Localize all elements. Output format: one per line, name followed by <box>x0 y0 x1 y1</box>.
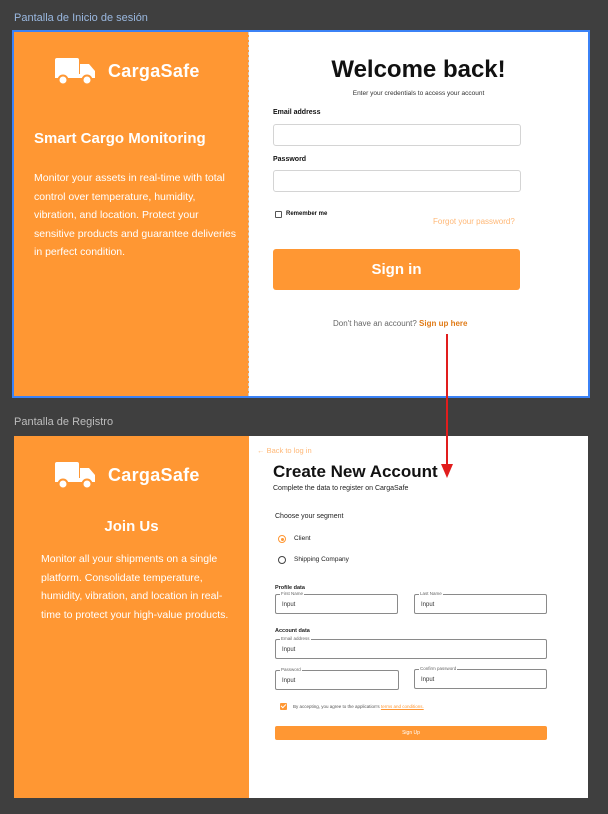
confirm-password-field[interactable]: Confirm password Input <box>414 666 547 689</box>
login-frame-label: Pantalla de Inicio de sesión <box>14 12 148 24</box>
truck-icon <box>54 56 98 86</box>
signup-link[interactable]: Sign up here <box>419 319 467 328</box>
register-description: Monitor all your shipments on a single p… <box>41 553 229 621</box>
last-name-value: Input <box>421 602 435 608</box>
confirm-password-label: Confirm password <box>419 666 458 671</box>
remember-checkbox[interactable] <box>275 211 282 218</box>
segment-shipping-radio[interactable] <box>278 556 286 564</box>
signup-prompt: Don't have an account? Sign up here <box>333 319 468 328</box>
signin-button[interactable]: Sign in <box>273 249 520 290</box>
segment-shipping-label: Shipping Company <box>294 556 349 563</box>
login-form-panel: Welcome back! Enter your credentials to … <box>249 32 588 396</box>
register-email-field[interactable]: Email address Input <box>275 636 547 659</box>
login-hero-panel: CargaSafe Smart Cargo Monitoring Monitor… <box>14 32 249 396</box>
segment-client-radio[interactable] <box>278 535 286 543</box>
register-headline: Join Us <box>104 518 159 535</box>
brand-name: CargaSafe <box>108 60 200 81</box>
truck-icon <box>54 460 98 490</box>
register-frame-label: Pantalla de Registro <box>14 416 114 428</box>
register-email-label: Email address <box>280 636 311 641</box>
brand-name: CargaSafe <box>108 464 200 485</box>
segment-client-label: Client <box>294 535 311 542</box>
terms-link[interactable]: terms and conditions. <box>381 704 424 709</box>
no-account-text: Don't have an account? <box>333 319 417 328</box>
register-email-value: Input <box>282 647 296 653</box>
password-label: Password <box>273 156 307 163</box>
first-name-field[interactable]: First Name Input <box>275 591 398 614</box>
segment-title: Choose your segment <box>275 513 344 520</box>
terms-prefix: By accepting, you agree to the applicati… <box>293 704 380 709</box>
first-name-value: Input <box>282 602 296 608</box>
forgot-password-link[interactable]: Forgot your password? <box>433 217 515 226</box>
first-name-label: First Name <box>280 591 305 596</box>
login-headline: Smart Cargo Monitoring <box>34 130 206 147</box>
login-description: Monitor your assets in real-time with to… <box>34 172 236 258</box>
confirm-password-value: Input <box>421 677 435 683</box>
register-password-label: Password <box>280 667 302 672</box>
login-screen: CargaSafe Smart Cargo Monitoring Monitor… <box>12 30 590 398</box>
terms-checkbox[interactable] <box>280 703 287 710</box>
create-account-title: Create New Account <box>273 462 438 481</box>
welcome-subtitle: Enter your credentials to access your ac… <box>352 90 485 97</box>
register-hero-panel: CargaSafe Join Us Monitor all your shipm… <box>14 436 249 798</box>
password-input[interactable] <box>273 170 521 192</box>
flow-arrow-icon <box>441 334 453 478</box>
signup-button[interactable]: Sign Up <box>275 726 547 740</box>
create-account-subtitle: Complete the data to register on CargaSa… <box>273 485 409 492</box>
register-password-value: Input <box>282 678 296 684</box>
brand-logo: CargaSafe <box>54 460 200 490</box>
register-password-field[interactable]: Password Input <box>275 667 399 690</box>
email-input[interactable] <box>273 124 521 146</box>
back-to-login-link[interactable]: ← Back to log in <box>257 446 312 455</box>
terms-text: By accepting, you agree to the applicati… <box>293 704 424 709</box>
register-screen: CargaSafe Join Us Monitor all your shipm… <box>14 436 588 798</box>
last-name-field[interactable]: Last Name Input <box>414 591 547 614</box>
email-label: Email address <box>273 109 321 116</box>
remember-label: Remember me <box>286 211 328 217</box>
welcome-title: Welcome back! <box>331 56 506 83</box>
account-section-title: Account data <box>275 628 310 634</box>
last-name-label: Last Name <box>419 591 443 596</box>
register-form-panel: ← Back to log in Create New Account Comp… <box>249 436 588 798</box>
brand-logo: CargaSafe <box>54 56 200 86</box>
